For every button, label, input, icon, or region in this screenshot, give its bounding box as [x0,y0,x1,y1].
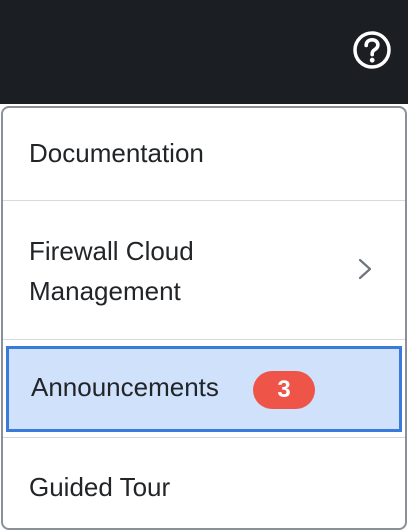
menu-item-firewall-cloud-management[interactable]: Firewall Cloud Management [3,201,405,339]
menu-item-label: Guided Tour [29,472,171,502]
menu-divider [3,339,405,340]
notification-count-badge: 3 [253,371,315,409]
menu-divider [3,437,405,438]
help-dropdown-menu: Documentation Firewall Cloud Management … [1,106,407,530]
help-button[interactable] [352,30,392,70]
menu-item-announcements[interactable]: Announcements 3 [6,346,402,432]
chevron-right-icon [355,257,375,281]
menu-item-label: Documentation [29,138,204,168]
menu-item-label: Announcements [31,372,219,402]
menu-item-documentation[interactable]: Documentation [3,108,405,200]
menu-item-label: Firewall Cloud Management [29,236,194,306]
question-circle-icon [353,31,391,69]
menu-item-guided-tour[interactable]: Guided Tour [3,440,405,528]
top-navigation-bar [0,0,408,104]
